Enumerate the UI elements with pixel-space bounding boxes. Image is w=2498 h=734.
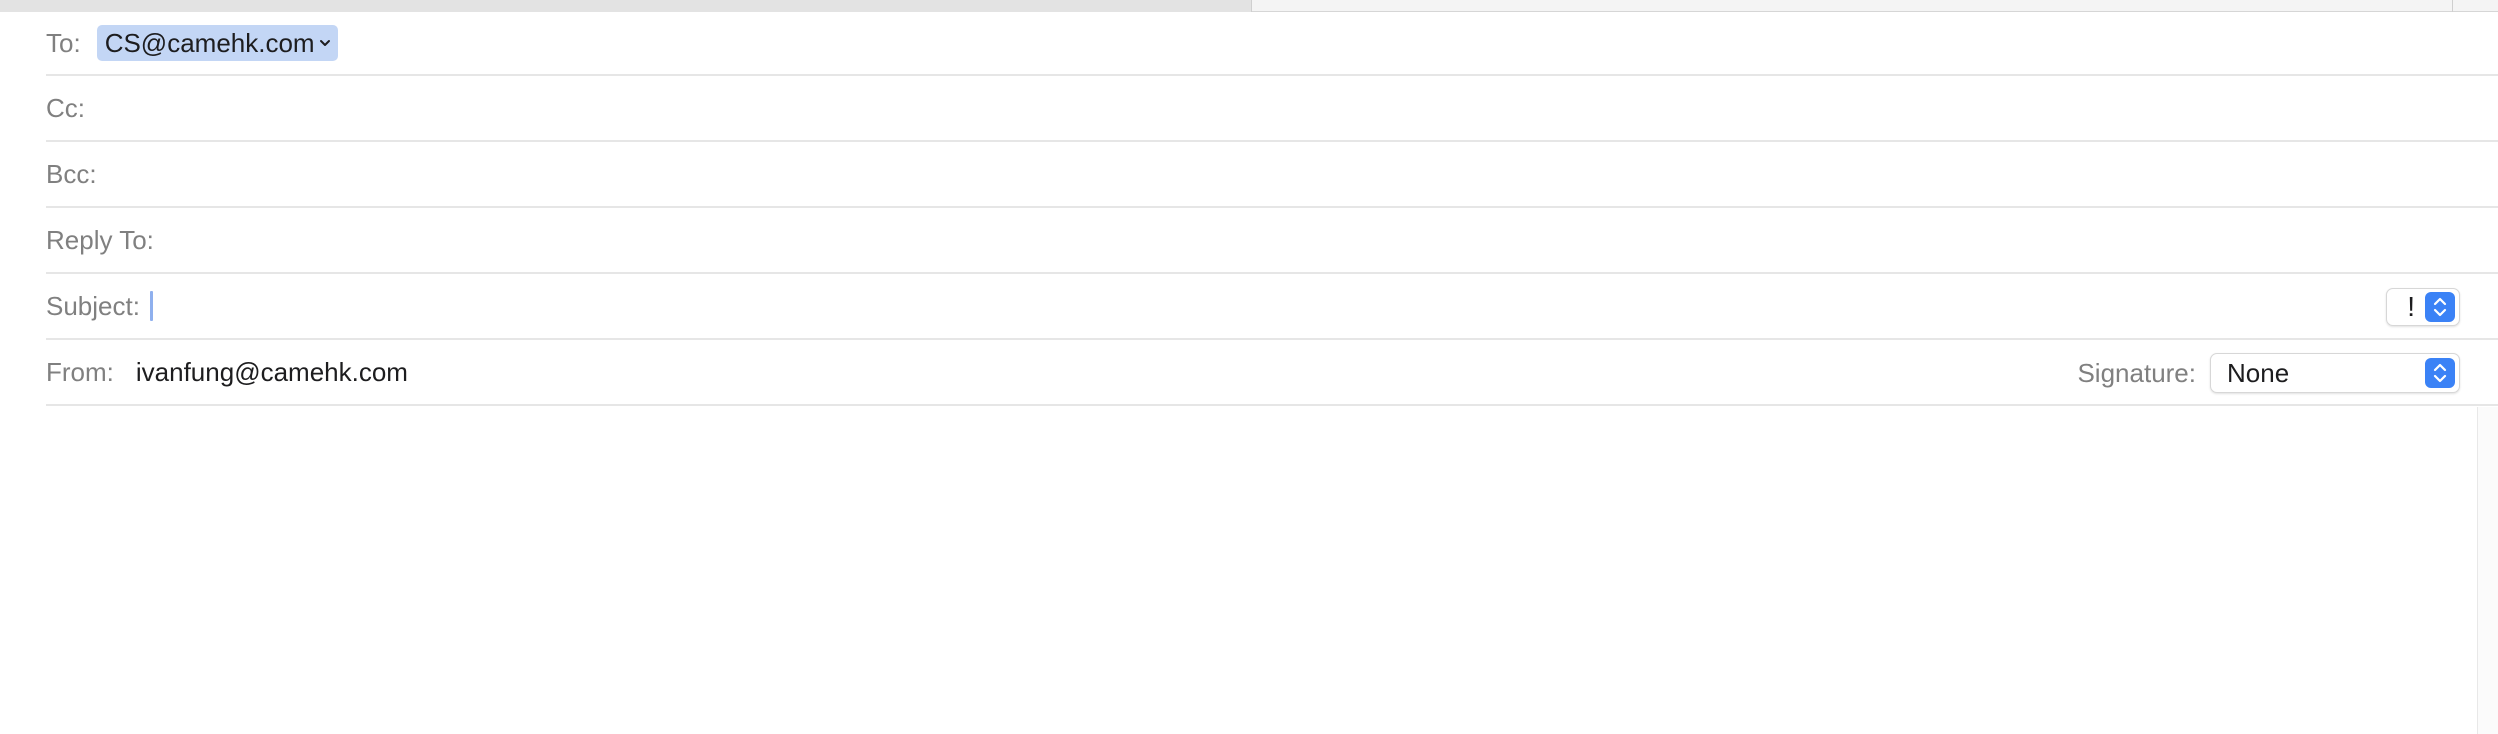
bcc-row: Bcc: (46, 142, 2498, 208)
updown-chevron-icon (2425, 358, 2455, 388)
from-label: From: (46, 356, 114, 387)
priority-icon: ! (2407, 291, 2415, 322)
subject-input[interactable] (156, 286, 2498, 326)
message-header: To: CS@camehk.com Cc: Bcc: Reply To: Sub… (46, 12, 2498, 406)
bcc-input[interactable] (106, 154, 2498, 194)
signature-label: Signature: (2077, 357, 2196, 388)
subject-label: Subject: (46, 290, 140, 321)
reply-to-input[interactable] (163, 220, 2498, 260)
to-label: To: (46, 27, 81, 58)
signature-select[interactable]: None (2210, 353, 2460, 393)
text-cursor (149, 291, 153, 321)
to-input[interactable] (347, 23, 2498, 63)
signature-value: None (2227, 357, 2290, 388)
compose-window: To: CS@camehk.com Cc: Bcc: Reply To: Sub… (0, 0, 2498, 734)
tab-inactive[interactable] (1252, 0, 2498, 12)
cc-label: Cc: (46, 92, 85, 123)
to-row: To: CS@camehk.com (46, 12, 2498, 76)
subject-row: Subject: ! (46, 274, 2498, 340)
reply-to-label: Reply To: (46, 224, 154, 255)
message-body[interactable] (0, 407, 2478, 734)
updown-chevron-icon (2425, 292, 2455, 322)
cc-row: Cc: (46, 76, 2498, 142)
tab-active[interactable] (0, 0, 1252, 12)
priority-popup[interactable]: ! (2386, 288, 2460, 326)
bcc-label: Bcc: (46, 158, 97, 189)
from-row: From: ivanfung@camehk.com Signature: Non… (46, 340, 2498, 406)
tab-strip (0, 0, 2498, 12)
reply-to-row: Reply To: (46, 208, 2498, 274)
from-account[interactable]: ivanfung@camehk.com (136, 357, 408, 388)
recipient-address: CS@camehk.com (104, 27, 315, 58)
cc-input[interactable] (95, 88, 2498, 128)
signature-group: Signature: None (2077, 353, 2460, 393)
scrollbar[interactable] (2477, 407, 2498, 734)
chevron-down-icon (319, 40, 330, 46)
recipient-token[interactable]: CS@camehk.com (96, 25, 338, 61)
tab-separator (2452, 0, 2453, 12)
